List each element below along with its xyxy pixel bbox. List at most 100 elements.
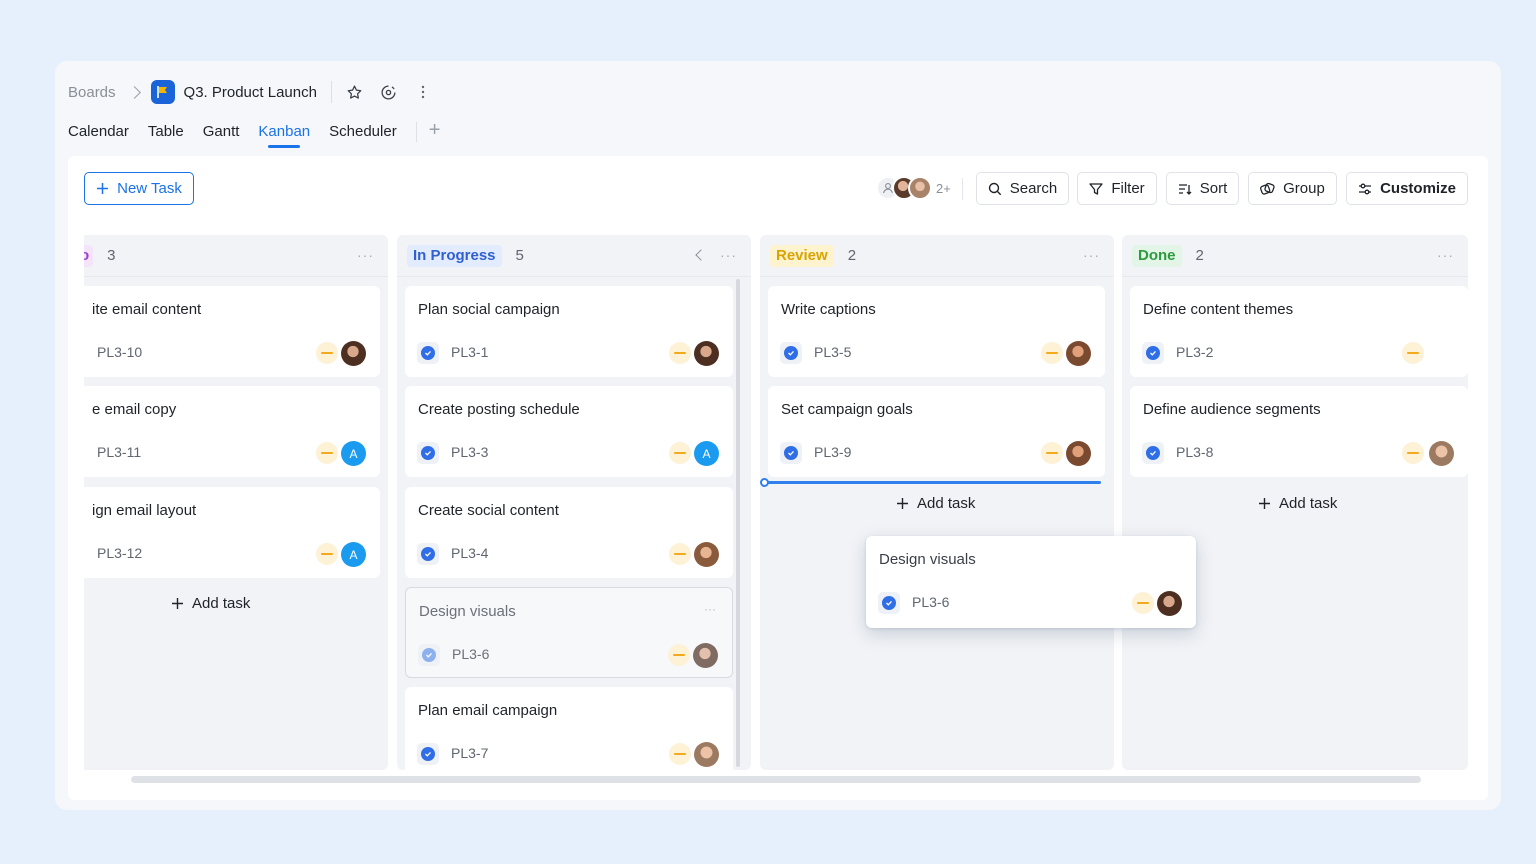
priority-medium-icon[interactable]	[669, 743, 691, 765]
task-card[interactable]: e email copy PL3-11 A	[84, 386, 380, 477]
priority-medium-icon[interactable]	[316, 543, 338, 565]
member-avatars[interactable]: 2+	[876, 174, 951, 202]
card-id: PL3-4	[451, 545, 489, 561]
check-circle-icon[interactable]	[417, 442, 439, 464]
add-task-label: Add task	[917, 494, 976, 512]
tab-gantt[interactable]: Gantt	[203, 123, 240, 146]
avatar[interactable]	[1429, 341, 1454, 366]
card-id: PL3-2	[1176, 344, 1214, 360]
avatar[interactable]	[1157, 591, 1182, 616]
avatar[interactable]	[1429, 441, 1454, 466]
column-scrollbar[interactable]	[736, 279, 740, 767]
check-circle-icon[interactable]	[417, 743, 439, 765]
priority-medium-icon[interactable]	[669, 442, 691, 464]
priority-medium-icon[interactable]	[1041, 442, 1063, 464]
search-icon	[988, 182, 1001, 195]
horizontal-scrollbar[interactable]	[131, 776, 1421, 783]
column-menu-icon[interactable]: ···	[1437, 247, 1454, 263]
card-id: PL3-6	[452, 646, 490, 662]
add-view-icon[interactable]: +	[429, 119, 441, 142]
priority-medium-icon[interactable]	[1132, 592, 1154, 614]
task-card[interactable]: Create social content PL3-4	[405, 487, 733, 578]
card-id: PL3-8	[1176, 444, 1214, 460]
sort-button[interactable]: Sort	[1166, 172, 1239, 205]
task-card[interactable]: Plan email campaign PL3-7	[405, 687, 733, 770]
priority-medium-icon[interactable]	[316, 342, 338, 364]
column-header: Done 2 ···	[1122, 235, 1468, 277]
tab-calendar[interactable]: Calendar	[68, 123, 129, 146]
avatar[interactable]: A	[341, 441, 366, 466]
sort-icon	[1178, 183, 1192, 195]
plus-icon	[1259, 497, 1270, 509]
card-id: PL3-6	[912, 594, 950, 610]
column-menu-icon[interactable]: ···	[1083, 247, 1100, 263]
priority-medium-icon[interactable]	[316, 442, 338, 464]
avatar[interactable]	[694, 742, 719, 767]
board-title[interactable]: Q3. Product Launch	[184, 84, 317, 101]
tab-kanban[interactable]: Kanban	[258, 123, 310, 148]
check-circle-icon[interactable]	[417, 342, 439, 364]
card-title: Write captions	[781, 301, 876, 318]
task-card[interactable]: ign email layout PL3-12 A	[84, 487, 380, 578]
column-count: 2	[847, 247, 857, 264]
column-in-progress: In Progress 5 ··· Plan social campaign P…	[397, 235, 751, 770]
add-task-label: Add task	[1279, 494, 1338, 512]
column-menu-icon[interactable]: ···	[720, 247, 737, 263]
add-task-button[interactable]: Add task	[896, 492, 975, 514]
priority-medium-icon[interactable]	[1402, 342, 1424, 364]
card-id: PL3-10	[97, 344, 143, 360]
priority-medium-icon[interactable]	[669, 342, 691, 364]
avatar[interactable]	[1066, 441, 1091, 466]
dragging-card[interactable]: Design visuals PL3-6	[866, 536, 1196, 628]
tab-table[interactable]: Table	[148, 123, 184, 146]
avatar[interactable]	[1066, 341, 1091, 366]
search-button[interactable]: Search	[976, 172, 1069, 205]
avatar[interactable]	[694, 542, 719, 567]
group-label: Group	[1283, 180, 1325, 197]
divider	[962, 178, 963, 200]
filter-icon	[1089, 182, 1103, 195]
group-button[interactable]: Group	[1248, 172, 1337, 205]
priority-medium-icon	[668, 644, 690, 666]
card-id: PL3-7	[451, 745, 489, 761]
card-title: Define audience segments	[1143, 401, 1321, 418]
avatar[interactable]: A	[341, 542, 366, 567]
check-circle-icon[interactable]	[780, 442, 802, 464]
avatar[interactable]: A	[694, 441, 719, 466]
check-circle-icon[interactable]	[878, 592, 900, 614]
priority-medium-icon[interactable]	[669, 543, 691, 565]
card-id: PL3-11	[97, 444, 142, 460]
task-card[interactable]: Create posting schedule PL3-3 A	[405, 386, 733, 477]
star-icon[interactable]	[344, 81, 366, 103]
settings-icon[interactable]	[378, 81, 400, 103]
breadcrumb-boards[interactable]: Boards	[68, 84, 116, 101]
task-card[interactable]: Define audience segments PL3-8	[1130, 386, 1468, 477]
add-task-button[interactable]: Add task	[171, 592, 250, 614]
filter-button[interactable]: Filter	[1077, 172, 1157, 205]
check-circle-icon[interactable]	[780, 342, 802, 364]
customize-icon	[1359, 183, 1372, 194]
customize-button[interactable]: Customize	[1346, 172, 1468, 205]
task-card[interactable]: Set campaign goals PL3-9	[768, 386, 1105, 477]
check-circle-icon[interactable]	[417, 543, 439, 565]
new-task-button[interactable]: New Task	[84, 172, 194, 205]
task-card[interactable]: Write captions PL3-5	[768, 286, 1105, 377]
column-menu-icon[interactable]: ···	[357, 247, 374, 263]
column-header: In Progress 5 ···	[397, 235, 751, 277]
avatar[interactable]	[341, 341, 366, 366]
priority-medium-icon[interactable]	[1402, 442, 1424, 464]
status-badge: o	[84, 244, 94, 267]
avatar[interactable]	[694, 341, 719, 366]
task-card[interactable]: ite email content PL3-10	[84, 286, 380, 377]
tab-scheduler[interactable]: Scheduler	[329, 123, 397, 146]
extra-members-count: 2+	[936, 180, 951, 196]
check-circle-icon[interactable]	[1142, 442, 1164, 464]
add-task-button[interactable]: Add task	[1258, 492, 1337, 514]
card-id: PL3-5	[814, 344, 852, 360]
task-card[interactable]: Plan social campaign PL3-1	[405, 286, 733, 377]
priority-medium-icon[interactable]	[1041, 342, 1063, 364]
task-card[interactable]: Define content themes PL3-2	[1130, 286, 1468, 377]
more-vertical-icon[interactable]	[412, 81, 434, 103]
check-circle-icon[interactable]	[1142, 342, 1164, 364]
collapse-icon[interactable]	[695, 249, 707, 261]
